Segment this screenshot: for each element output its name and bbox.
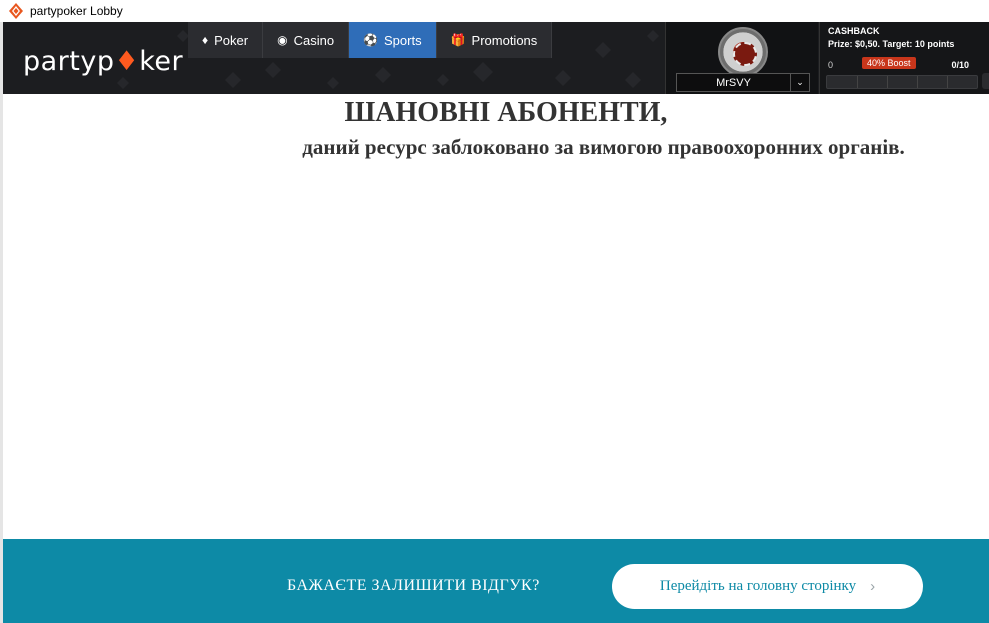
lobby-header: partyp♦ker ♦ Poker ◉ Casino ⚽ Sports 🎁 P… [3,22,989,94]
main-nav: ♦ Poker ◉ Casino ⚽ Sports 🎁 Promotions [188,22,553,58]
progress-tick [887,76,888,88]
nav-sports[interactable]: ⚽ Sports [349,22,437,58]
cashback-boost-badge: 40% Boost [862,57,916,69]
progress-tick [947,76,948,88]
spade-diamond-icon: ♦ [202,33,209,47]
cashback-title: CASHBACK [828,26,880,36]
partypoker-logo-icon [9,3,23,19]
avatar-roulette-image [733,42,757,66]
user-dropdown[interactable]: MrSVY ⌄ [676,73,810,92]
cashback-prize: Prize: $0,50. Target: 10 points [828,39,955,49]
logo-text-ker: ker [139,46,184,77]
progress-tick [917,76,918,88]
cashback-min-value: 0 [828,60,834,70]
nav-casino[interactable]: ◉ Casino [263,22,350,58]
page-title: ШАНОВНІ АБОНЕНТИ, [344,97,668,128]
blocked-notice: ШАНОВНІ АБОНЕНТИ, даний ресурс заблокова… [3,94,989,539]
feedback-prompt: БАЖАЄТЕ ЗАЛИШИТИ ВІДГУК? [287,577,540,594]
window-titlebar: partypoker Lobby [0,0,989,22]
chevron-right-icon: › [870,578,876,595]
cashback-progress-text: 0/10 [951,60,969,70]
gift-icon: 🎁 [450,33,466,47]
cashback-scroll-handle[interactable] [982,73,989,89]
avatar[interactable] [718,27,768,77]
user-panel: MrSVY ⌄ [665,22,818,94]
window-title: partypoker Lobby [30,4,123,18]
nav-poker[interactable]: ♦ Poker [188,22,264,58]
feedback-footer: БАЖАЄТЕ ЗАЛИШИТИ ВІДГУК? Перейдіть на го… [3,539,989,623]
block-message: даний ресурс заблоковано за вимогою прав… [302,135,905,159]
casino-chip-icon: ◉ [277,33,288,47]
nav-promotions-label: Promotions [471,32,538,48]
cashback-progress-bar [826,75,978,89]
nav-sports-label: Sports [384,32,422,48]
go-home-label: Перейдіть на головну сторінку [659,578,857,594]
progress-tick [857,76,858,88]
partypoker-logo[interactable]: partyp♦ker [23,46,183,77]
nav-promotions[interactable]: 🎁 Promotions [436,22,553,58]
soccer-ball-icon: ⚽ [363,33,378,47]
go-home-button[interactable]: Перейдіть на головну сторінку › [612,564,923,609]
nav-casino-label: Casino [293,32,335,48]
chevron-down-icon: ⌄ [790,74,809,91]
cashback-widget[interactable]: CASHBACK Prize: $0,50. Target: 10 points… [819,22,989,94]
logo-text-party: party [23,46,97,77]
nav-poker-label: Poker [214,32,249,48]
logo-diamond-icon: ♦ [114,46,140,77]
username: MrSVY [716,76,751,89]
logo-text-p: p [96,46,115,77]
